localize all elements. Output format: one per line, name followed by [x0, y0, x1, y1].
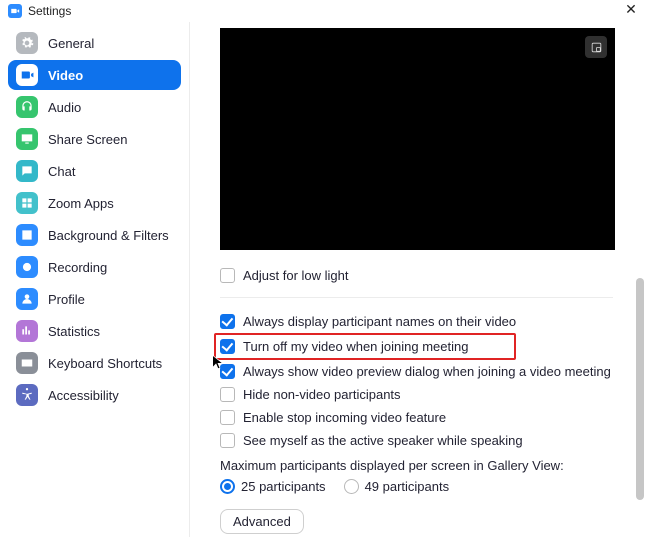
- checkbox-hide-nonvideo[interactable]: Hide non-video participants: [220, 383, 613, 406]
- app-icon: [8, 4, 22, 18]
- checkbox-see-myself-active[interactable]: See myself as the active speaker while s…: [220, 429, 613, 452]
- sidebar-item-keyboard-shortcuts[interactable]: Keyboard Shortcuts: [8, 348, 181, 378]
- apps-icon: [16, 192, 38, 214]
- checkbox-box: [220, 410, 235, 425]
- sidebar-item-label: Audio: [48, 100, 81, 115]
- scrollbar-thumb[interactable]: [636, 278, 644, 500]
- headset-icon: [16, 96, 38, 118]
- sidebar-item-label: Share Screen: [48, 132, 128, 147]
- advanced-button[interactable]: Advanced: [220, 509, 304, 534]
- sidebar-item-statistics[interactable]: Statistics: [8, 316, 181, 346]
- sidebar-item-video[interactable]: Video: [8, 60, 181, 90]
- sidebar-item-profile[interactable]: Profile: [8, 284, 181, 314]
- record-icon: [16, 256, 38, 278]
- scrollbar[interactable]: [636, 22, 644, 537]
- keyboard-icon: [16, 352, 38, 374]
- content-area: Adjust for low light Always display part…: [190, 22, 647, 537]
- sidebar-item-general[interactable]: General: [8, 28, 181, 58]
- checkbox-stop-incoming[interactable]: Enable stop incoming video feature: [220, 406, 613, 429]
- gear-icon: [16, 32, 38, 54]
- checkbox-adjust-low-light[interactable]: Adjust for low light: [220, 264, 613, 287]
- checkbox-box: [220, 268, 235, 283]
- radio-dot: [220, 479, 235, 494]
- checkbox-box: [220, 339, 235, 354]
- sidebar-item-label: Chat: [48, 164, 75, 179]
- checkbox-label: Hide non-video participants: [243, 387, 401, 402]
- radio-49-participants[interactable]: 49 participants: [344, 479, 450, 494]
- sidebar-item-label: Profile: [48, 292, 85, 307]
- radio-label: 25 participants: [241, 479, 326, 494]
- sidebar-item-label: Recording: [48, 260, 107, 275]
- sidebar-item-label: Zoom Apps: [48, 196, 114, 211]
- window-title: Settings: [28, 4, 71, 18]
- checkbox-box: [220, 433, 235, 448]
- checkbox-box: [220, 314, 235, 329]
- checkbox-box: [220, 364, 235, 379]
- gallery-radio-group: 25 participants 49 participants: [220, 477, 613, 494]
- profile-icon: [16, 288, 38, 310]
- camera-icon: [16, 64, 38, 86]
- radio-dot: [344, 479, 359, 494]
- sidebar-item-share-screen[interactable]: Share Screen: [8, 124, 181, 154]
- sidebar-item-label: Keyboard Shortcuts: [48, 356, 162, 371]
- checkbox-label: Enable stop incoming video feature: [243, 410, 446, 425]
- checkbox-label: Turn off my video when joining meeting: [243, 339, 468, 354]
- sidebar-item-label: Accessibility: [48, 388, 119, 403]
- titlebar: Settings ✕: [0, 0, 647, 22]
- expand-preview-button[interactable]: [585, 36, 607, 58]
- sidebar-item-zoom-apps[interactable]: Zoom Apps: [8, 188, 181, 218]
- radio-25-participants[interactable]: 25 participants: [220, 479, 326, 494]
- video-preview: [220, 28, 615, 250]
- highlight-annotation: Turn off my video when joining meeting: [214, 333, 516, 360]
- close-button[interactable]: ✕: [623, 2, 639, 18]
- stats-icon: [16, 320, 38, 342]
- sidebar-item-label: Background & Filters: [48, 228, 169, 243]
- screen-icon: [16, 128, 38, 150]
- sidebar-item-label: Video: [48, 68, 83, 83]
- sidebar-item-background-filters[interactable]: Background & Filters: [8, 220, 181, 250]
- gallery-caption: Maximum participants displayed per scree…: [220, 452, 613, 477]
- checkbox-label: See myself as the active speaker while s…: [243, 433, 523, 448]
- background-filters-icon: [16, 224, 38, 246]
- checkbox-label: Always show video preview dialog when jo…: [243, 364, 611, 379]
- sidebar: General Video Audio Share Screen Chat: [0, 22, 190, 537]
- sidebar-item-chat[interactable]: Chat: [8, 156, 181, 186]
- checkbox-label: Always display participant names on thei…: [243, 314, 516, 329]
- checkbox-label: Adjust for low light: [243, 268, 349, 283]
- sidebar-item-label: General: [48, 36, 94, 51]
- checkbox-always-display-names[interactable]: Always display participant names on thei…: [220, 310, 613, 333]
- sidebar-item-recording[interactable]: Recording: [8, 252, 181, 282]
- chat-icon: [16, 160, 38, 182]
- divider: [220, 297, 613, 298]
- accessibility-icon: [16, 384, 38, 406]
- checkbox-always-show-preview[interactable]: Always show video preview dialog when jo…: [220, 360, 613, 383]
- sidebar-item-label: Statistics: [48, 324, 100, 339]
- checkbox-box: [220, 387, 235, 402]
- checkbox-turn-off-video-joining[interactable]: Turn off my video when joining meeting: [220, 337, 510, 356]
- radio-label: 49 participants: [365, 479, 450, 494]
- sidebar-item-audio[interactable]: Audio: [8, 92, 181, 122]
- sidebar-item-accessibility[interactable]: Accessibility: [8, 380, 181, 410]
